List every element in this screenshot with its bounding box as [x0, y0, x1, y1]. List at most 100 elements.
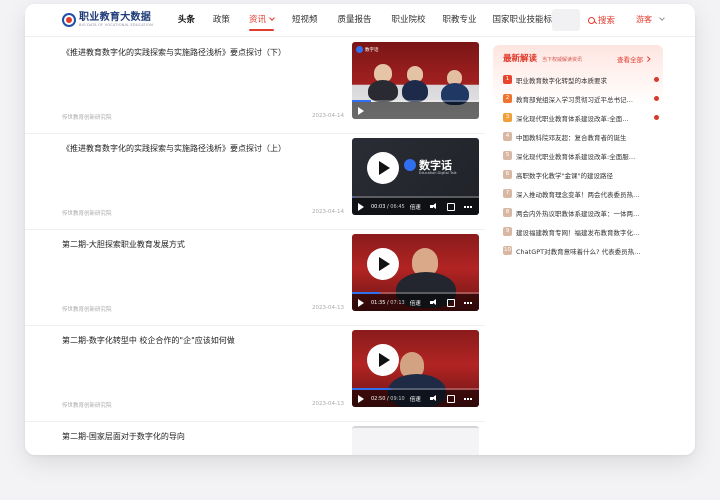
more-icon[interactable] [463, 205, 472, 208]
rank-badge: 10 [503, 246, 512, 255]
video-thumbnail-person [368, 80, 398, 102]
article-item[interactable]: 第二期-国家层面对于数字化的导向 [25, 422, 485, 455]
nav-item-skill-standards[interactable]: 国家职业技能标准 [493, 4, 561, 37]
article-date: 2023-04-14 [312, 113, 344, 119]
video-player[interactable]: 数字话 [352, 42, 479, 119]
article-item[interactable]: 《推进教育数字化的实践探索与实施路径浅析》要点探讨（上） 传世教育创新研究院 2… [25, 134, 485, 230]
article-source: 传世教育创新研究院 [62, 211, 112, 217]
top-header: 职业教育大数据 BIG DATA OF VOCATIONAL EDUCATION… [25, 4, 695, 37]
nav-item-short-video[interactable]: 短视频 [292, 4, 318, 37]
ranking-item-title[interactable]: 高职数字化教学"金课"的建设路径 [516, 170, 648, 180]
nav-item-headline[interactable]: 头条 [178, 4, 195, 37]
nav-item-vocational-majors[interactable]: 职教专业 [443, 4, 477, 37]
ranking-item-title[interactable]: ChatGPT对教育意味着什么? 代表委员热… [516, 246, 648, 256]
article-item[interactable]: 《推进教育数字化的实践探索与实施路径浅析》要点探讨（下） 传世教育创新研究院 2… [25, 38, 485, 134]
video-player[interactable]: 01:35 / 07:13 倍速 [352, 234, 479, 311]
play-icon[interactable] [367, 248, 399, 280]
panel-subtitle: 当下权威解读资讯 [542, 57, 583, 63]
article-item[interactable]: 第二期-大胆探索职业教育发展方式 传世教育创新研究院 2023-04-13 01… [25, 230, 485, 326]
ranking-item-title[interactable]: 中国教科院邓友超：复合教育者的诞生 [516, 132, 648, 142]
logo-icon [356, 46, 363, 53]
play-icon[interactable] [358, 106, 364, 115]
ranking-list-item[interactable]: 4 中国教科院邓友超：复合教育者的诞生 [503, 127, 655, 146]
ranking-list-item[interactable]: 10 ChatGPT对教育意味着什么? 代表委员热… [503, 241, 655, 260]
search-icon [588, 16, 595, 24]
view-all-link[interactable]: 查看全部 [617, 54, 651, 64]
user-menu[interactable]: 游客 [636, 14, 665, 25]
video-thumbnail-person [402, 80, 428, 102]
article-source: 传世教育创新研究院 [62, 403, 112, 409]
speed-button[interactable]: 倍速 [410, 299, 421, 307]
fullscreen-icon[interactable] [446, 298, 455, 307]
ranking-list-item[interactable]: 8 两会内外热议职教体系建设改革：一体两… [503, 203, 655, 222]
article-title[interactable]: 第二期-数字化转型中 校企合作的"企"应该如何做 [62, 335, 342, 346]
hot-indicator-icon [654, 77, 659, 82]
rank-badge: 5 [503, 151, 512, 160]
article-title[interactable]: 《推进教育数字化的实践探索与实施路径浅析》要点探讨（下） [62, 47, 342, 58]
article-title[interactable]: 《推进教育数字化的实践探索与实施路径浅析》要点探讨（上） [62, 143, 342, 154]
rank-badge: 4 [503, 132, 512, 141]
ranking-item-title[interactable]: 深化现代职业教育体系建设改革:全面… [516, 113, 648, 123]
rank-badge: 1 [503, 75, 512, 84]
ranking-item-title[interactable]: 两会内外热议职教体系建设改革：一体两… [516, 208, 648, 218]
speed-button[interactable]: 倍速 [410, 203, 421, 211]
ranking-item-title[interactable]: 深入推动教育理念变革！两会代表委员热… [516, 189, 648, 199]
ranking-list-item[interactable]: 9 建设福建教育专网！福建发布教育数字化… [503, 222, 655, 241]
ranking-list-item[interactable]: 3 深化现代职业教育体系建设改革:全面… [503, 108, 659, 127]
play-icon[interactable] [358, 298, 364, 307]
speed-button[interactable]: 倍速 [410, 395, 421, 403]
logo-subtitle: BIG DATA OF VOCATIONAL EDUCATION [79, 22, 153, 27]
nav-item-news[interactable]: 资讯 [248, 4, 275, 37]
hot-indicator-icon [654, 96, 659, 101]
rank-badge: 6 [503, 170, 512, 179]
rank-badge: 2 [503, 94, 512, 103]
main-nav: 头条 政策 资讯 短视频 质量报告 职业院校 职教专业 国家职业技能标准 [168, 4, 561, 37]
more-icon[interactable] [463, 301, 472, 304]
more-icon[interactable] [463, 397, 472, 400]
rank-badge: 3 [503, 113, 512, 122]
play-icon[interactable] [367, 152, 399, 184]
ranking-list-item[interactable]: 6 高职数字化教学"金课"的建设路径 [503, 165, 655, 184]
search-input[interactable] [552, 9, 580, 31]
volume-icon[interactable] [429, 299, 438, 306]
play-icon[interactable] [358, 202, 364, 211]
article-source: 传世教育创新研究院 [62, 307, 112, 313]
ranking-list-item[interactable]: 1 职业教育数字化转型的本质要求 [503, 70, 659, 89]
nav-item-quality-report[interactable]: 质量报告 [337, 4, 371, 37]
site-logo[interactable]: 职业教育大数据 BIG DATA OF VOCATIONAL EDUCATION [62, 11, 153, 28]
logo-icon [404, 159, 416, 171]
ranking-item-title[interactable]: 教育部党组深入学习贯彻习近平总书记… [516, 94, 648, 104]
ranking-item-title[interactable]: 建设福建教育专网！福建发布教育数字化… [516, 227, 648, 237]
article-date: 2023-04-13 [312, 305, 344, 311]
fullscreen-icon[interactable] [446, 394, 455, 403]
ranking-list-item[interactable]: 2 教育部党组深入学习贯彻习近平总书记… [503, 89, 659, 108]
article-source: 传世教育创新研究院 [62, 115, 112, 121]
play-icon[interactable] [358, 394, 364, 403]
rank-badge: 8 [503, 208, 512, 217]
ranking-list-item[interactable]: 7 深入推动教育理念变革！两会代表委员热… [503, 184, 655, 203]
video-time: 01:35 / 07:13 [371, 299, 405, 306]
video-player[interactable] [352, 426, 479, 455]
ranking-item-title[interactable]: 职业教育数字化转型的本质要求 [516, 75, 648, 85]
video-brand-subtitle: Education Digital Talk [419, 171, 457, 175]
video-player[interactable]: 数字话 Education Digital Talk 00:03 / 06:45… [352, 138, 479, 215]
volume-icon[interactable] [429, 395, 438, 402]
video-controls: 00:03 / 06:45 倍速 [352, 198, 479, 215]
fullscreen-icon[interactable] [446, 202, 455, 211]
nav-item-vocational-colleges[interactable]: 职业院校 [391, 4, 425, 37]
ranking-list-item[interactable]: 5 深化现代职业教育体系建设改革:全面服… [503, 146, 655, 165]
browser-frame: 职业教育大数据 BIG DATA OF VOCATIONAL EDUCATION… [25, 4, 695, 455]
article-item[interactable]: 第二期-数字化转型中 校企合作的"企"应该如何做 传世教育创新研究院 2023-… [25, 326, 485, 422]
rank-badge: 9 [503, 227, 512, 236]
article-title[interactable]: 第二期-国家层面对于数字化的导向 [62, 431, 342, 442]
video-controls: 02:50 / 09:10 倍速 [352, 390, 479, 407]
volume-icon[interactable] [429, 203, 438, 210]
video-player[interactable]: 02:50 / 09:10 倍速 [352, 330, 479, 407]
article-title[interactable]: 第二期-大胆探索职业教育发展方式 [62, 239, 342, 250]
logo-title: 职业教育大数据 [79, 11, 152, 23]
search-button[interactable]: 搜索 [588, 14, 615, 26]
nav-item-policy[interactable]: 政策 [213, 4, 230, 37]
ranking-item-title[interactable]: 深化现代职业教育体系建设改革:全面服… [516, 151, 648, 161]
latest-interpretation-panel: 最新解读 当下权威解读资讯 查看全部 1 职业教育数字化转型的本质要求 2 教育部党组… [493, 45, 663, 256]
play-icon[interactable] [367, 344, 399, 376]
